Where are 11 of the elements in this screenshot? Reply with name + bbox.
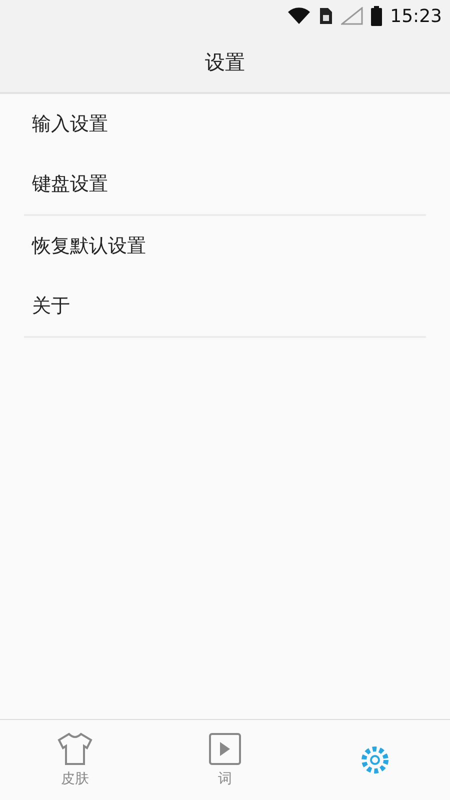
settings-item[interactable]: 键盘设置: [24, 154, 426, 214]
signal-icon: [341, 7, 364, 25]
page-title: 设置: [205, 48, 245, 76]
battery-icon: [371, 6, 382, 26]
settings-item[interactable]: 关于: [24, 276, 426, 336]
shirt-icon: [55, 732, 95, 766]
settings-item[interactable]: 恢复默认设置: [24, 216, 426, 276]
sim-card-icon: [319, 7, 334, 25]
wifi-icon: [287, 7, 312, 25]
clock-time: 15:23: [390, 6, 442, 26]
settings-item[interactable]: 输入设置: [24, 94, 426, 154]
